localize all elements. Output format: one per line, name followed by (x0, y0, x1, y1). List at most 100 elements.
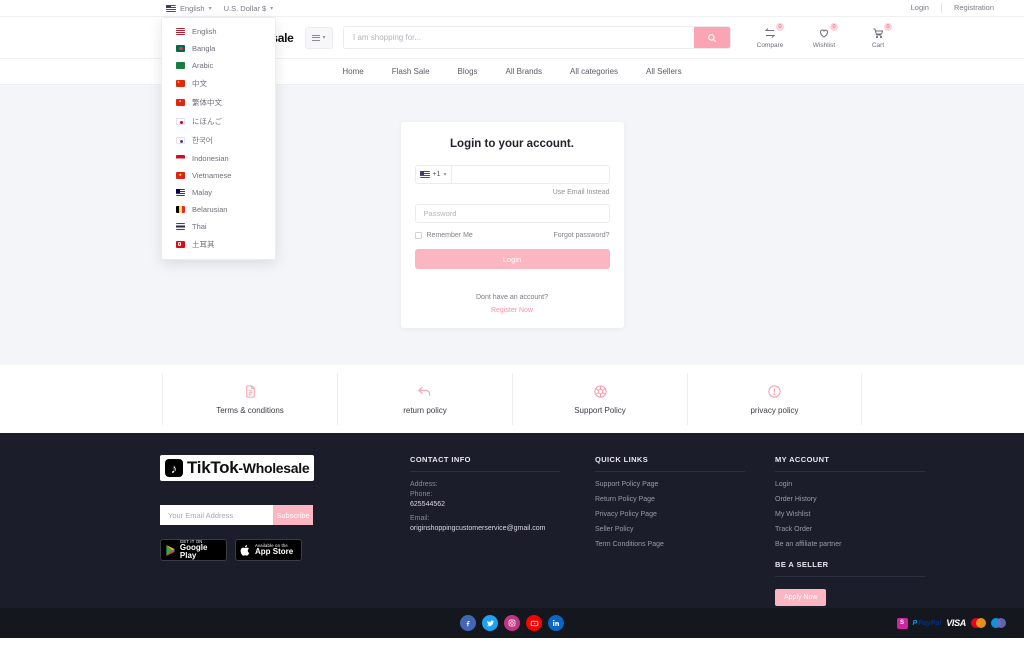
my-account-title: MY ACCOUNT (775, 455, 925, 472)
newsletter-email-input[interactable] (160, 505, 273, 525)
app-store-big: App Store (255, 547, 294, 557)
quick-link-term-conditions[interactable]: Term Conditions Page (595, 541, 775, 548)
twitter-link[interactable] (482, 615, 498, 631)
linkedin-icon (552, 619, 560, 626)
search-button[interactable] (694, 27, 730, 48)
wishlist-button[interactable]: 0 Wishlist (807, 22, 841, 49)
paypal-label: PayPal (918, 619, 942, 627)
account-link-affiliate[interactable]: Be an affiliate partner (775, 541, 955, 548)
youtube-link[interactable] (526, 615, 542, 631)
currency-selector[interactable]: U.S. Dollar $ ▾ (224, 4, 274, 13)
nav-item-flash-sale[interactable]: Flash Sale (392, 67, 430, 76)
country-code-label: +1 (432, 170, 441, 178)
language-selector[interactable]: English ▾ (166, 4, 212, 13)
language-option-traditional-chinese[interactable]: ● 繁体中文 (162, 93, 275, 112)
search-input[interactable] (344, 27, 694, 48)
language-option-turkish[interactable]: 土耳其 (162, 235, 275, 254)
us-flag-icon (419, 170, 430, 178)
footer-bottom-bar: S P PayPal VISA (0, 608, 1024, 638)
quick-link-return-policy[interactable]: Return Policy Page (595, 496, 775, 503)
language-option-label: Thai (192, 222, 207, 231)
language-option-vietnamese[interactable]: ★ Vietnamese (162, 167, 275, 184)
flag-kr-icon (176, 137, 185, 144)
language-option-korean[interactable]: 한국어 (162, 131, 275, 150)
compare-button[interactable]: 0 Compare (753, 22, 787, 49)
language-option-bangla[interactable]: Bangla (162, 40, 275, 57)
top-registration-link[interactable]: Registration (940, 3, 1006, 13)
be-a-seller-title: BE A SELLER (775, 560, 925, 577)
policy-terms-conditions[interactable]: Terms & conditions (162, 373, 337, 425)
nav-item-all-sellers[interactable]: All Sellers (646, 67, 682, 76)
footer-columns: ♪ TikTok-Wholesale Subscribe GET IT ON (0, 433, 1024, 606)
language-dropdown-menu[interactable]: English Bangla Arabic ★ 中文 ● 繁体中文 にほんご 한… (161, 17, 276, 260)
quick-link-seller-policy[interactable]: Seller Policy (595, 526, 775, 533)
footer-brand-column: ♪ TikTok-Wholesale Subscribe GET IT ON (160, 455, 390, 606)
language-option-arabic[interactable]: Arabic (162, 57, 275, 74)
policy-return[interactable]: return policy (337, 373, 512, 425)
nav-item-all-brands[interactable]: All Brands (506, 67, 542, 76)
nav-item-home[interactable]: Home (342, 67, 363, 76)
categories-menu-button[interactable]: ▾ (305, 26, 333, 49)
paypal-icon: P PayPal (912, 619, 942, 627)
language-option-chinese[interactable]: ★ 中文 (162, 74, 275, 93)
cart-button[interactable]: 0 Cart (861, 22, 895, 49)
top-bar-right: Login Registration (899, 3, 1006, 13)
currency-selector-label: U.S. Dollar $ (223, 3, 267, 13)
use-email-instead-link[interactable]: Use Email Instead (415, 189, 610, 196)
footer-quick-links-column: QUICK LINKS Support Policy Page Return P… (595, 455, 775, 606)
quick-links-title: QUICK LINKS (595, 455, 745, 472)
language-option-japanese[interactable]: にほんご (162, 112, 275, 131)
policy-support[interactable]: Support Policy (512, 373, 687, 425)
login-submit-button[interactable]: Login (414, 249, 610, 270)
footer-logo[interactable]: ♪ TikTok-Wholesale (160, 455, 315, 481)
chevron-down-icon: ▾ (208, 5, 212, 12)
account-link-login[interactable]: Login (775, 481, 955, 488)
google-play-text: GET IT ON Google Play (179, 539, 222, 561)
language-option-belarusian[interactable]: Belarusian (162, 201, 275, 218)
youtube-icon (530, 620, 538, 626)
app-store-badge[interactable]: Available on the App Store (235, 539, 302, 561)
linkedin-link[interactable] (548, 615, 564, 631)
policy-privacy[interactable]: privacy policy (687, 373, 862, 425)
language-option-indonesian[interactable]: Indonesian (162, 150, 275, 167)
language-option-english[interactable]: English (162, 23, 275, 40)
account-link-order-history[interactable]: Order History (775, 496, 955, 503)
app-store-badges: GET IT ON Google Play Available on the A… (160, 539, 390, 561)
google-play-badge[interactable]: GET IT ON Google Play (160, 539, 227, 561)
flag-cn-icon: ★ (176, 80, 185, 87)
policy-label: return policy (403, 406, 447, 415)
google-play-big: Google Play (179, 543, 208, 561)
apply-now-button[interactable]: Apply Now (775, 589, 827, 606)
account-link-track-order[interactable]: Track Order (775, 526, 955, 533)
language-option-label: にほんご (192, 117, 222, 126)
password-input[interactable] (414, 203, 610, 223)
language-option-thai[interactable]: Thai (162, 218, 275, 235)
quick-links-list: Support Policy Page Return Policy Page P… (595, 481, 775, 548)
quick-link-support-policy[interactable]: Support Policy Page (595, 481, 775, 488)
nav-item-all-categories[interactable]: All categories (570, 67, 618, 76)
register-now-link[interactable]: Register Now (415, 307, 610, 314)
account-link-my-wishlist[interactable]: My Wishlist (775, 511, 955, 518)
instagram-link[interactable] (504, 615, 520, 631)
language-option-malay[interactable]: Malay (162, 184, 275, 201)
phone-label: Phone: (410, 491, 433, 498)
phone-input[interactable] (451, 165, 609, 183)
chevron-down-icon: ▾ (270, 5, 274, 12)
facebook-link[interactable] (460, 615, 476, 631)
hamburger-icon (312, 34, 321, 41)
flag-jp-icon (176, 118, 185, 125)
top-login-link[interactable]: Login (899, 3, 941, 13)
login-card-title: Login to your account. (450, 137, 574, 150)
country-code-selector[interactable]: +1 ▾ (416, 165, 452, 183)
compare-label: Compare (756, 41, 784, 49)
remember-forgot-row: Remember Me Forgot password? (414, 231, 610, 239)
support-lifebuoy-icon (593, 384, 607, 398)
subscribe-button[interactable]: Subscribe (273, 505, 313, 525)
nav-item-blogs[interactable]: Blogs (458, 67, 478, 76)
quick-link-privacy-policy[interactable]: Privacy Policy Page (595, 511, 775, 518)
wishlist-label: Wishlist (812, 41, 836, 49)
forgot-password-link[interactable]: Forgot password? (553, 232, 609, 239)
remember-me-checkbox[interactable]: Remember Me (414, 231, 473, 239)
language-option-label: 土耳其 (192, 240, 215, 249)
email-label: Email: (410, 515, 430, 522)
